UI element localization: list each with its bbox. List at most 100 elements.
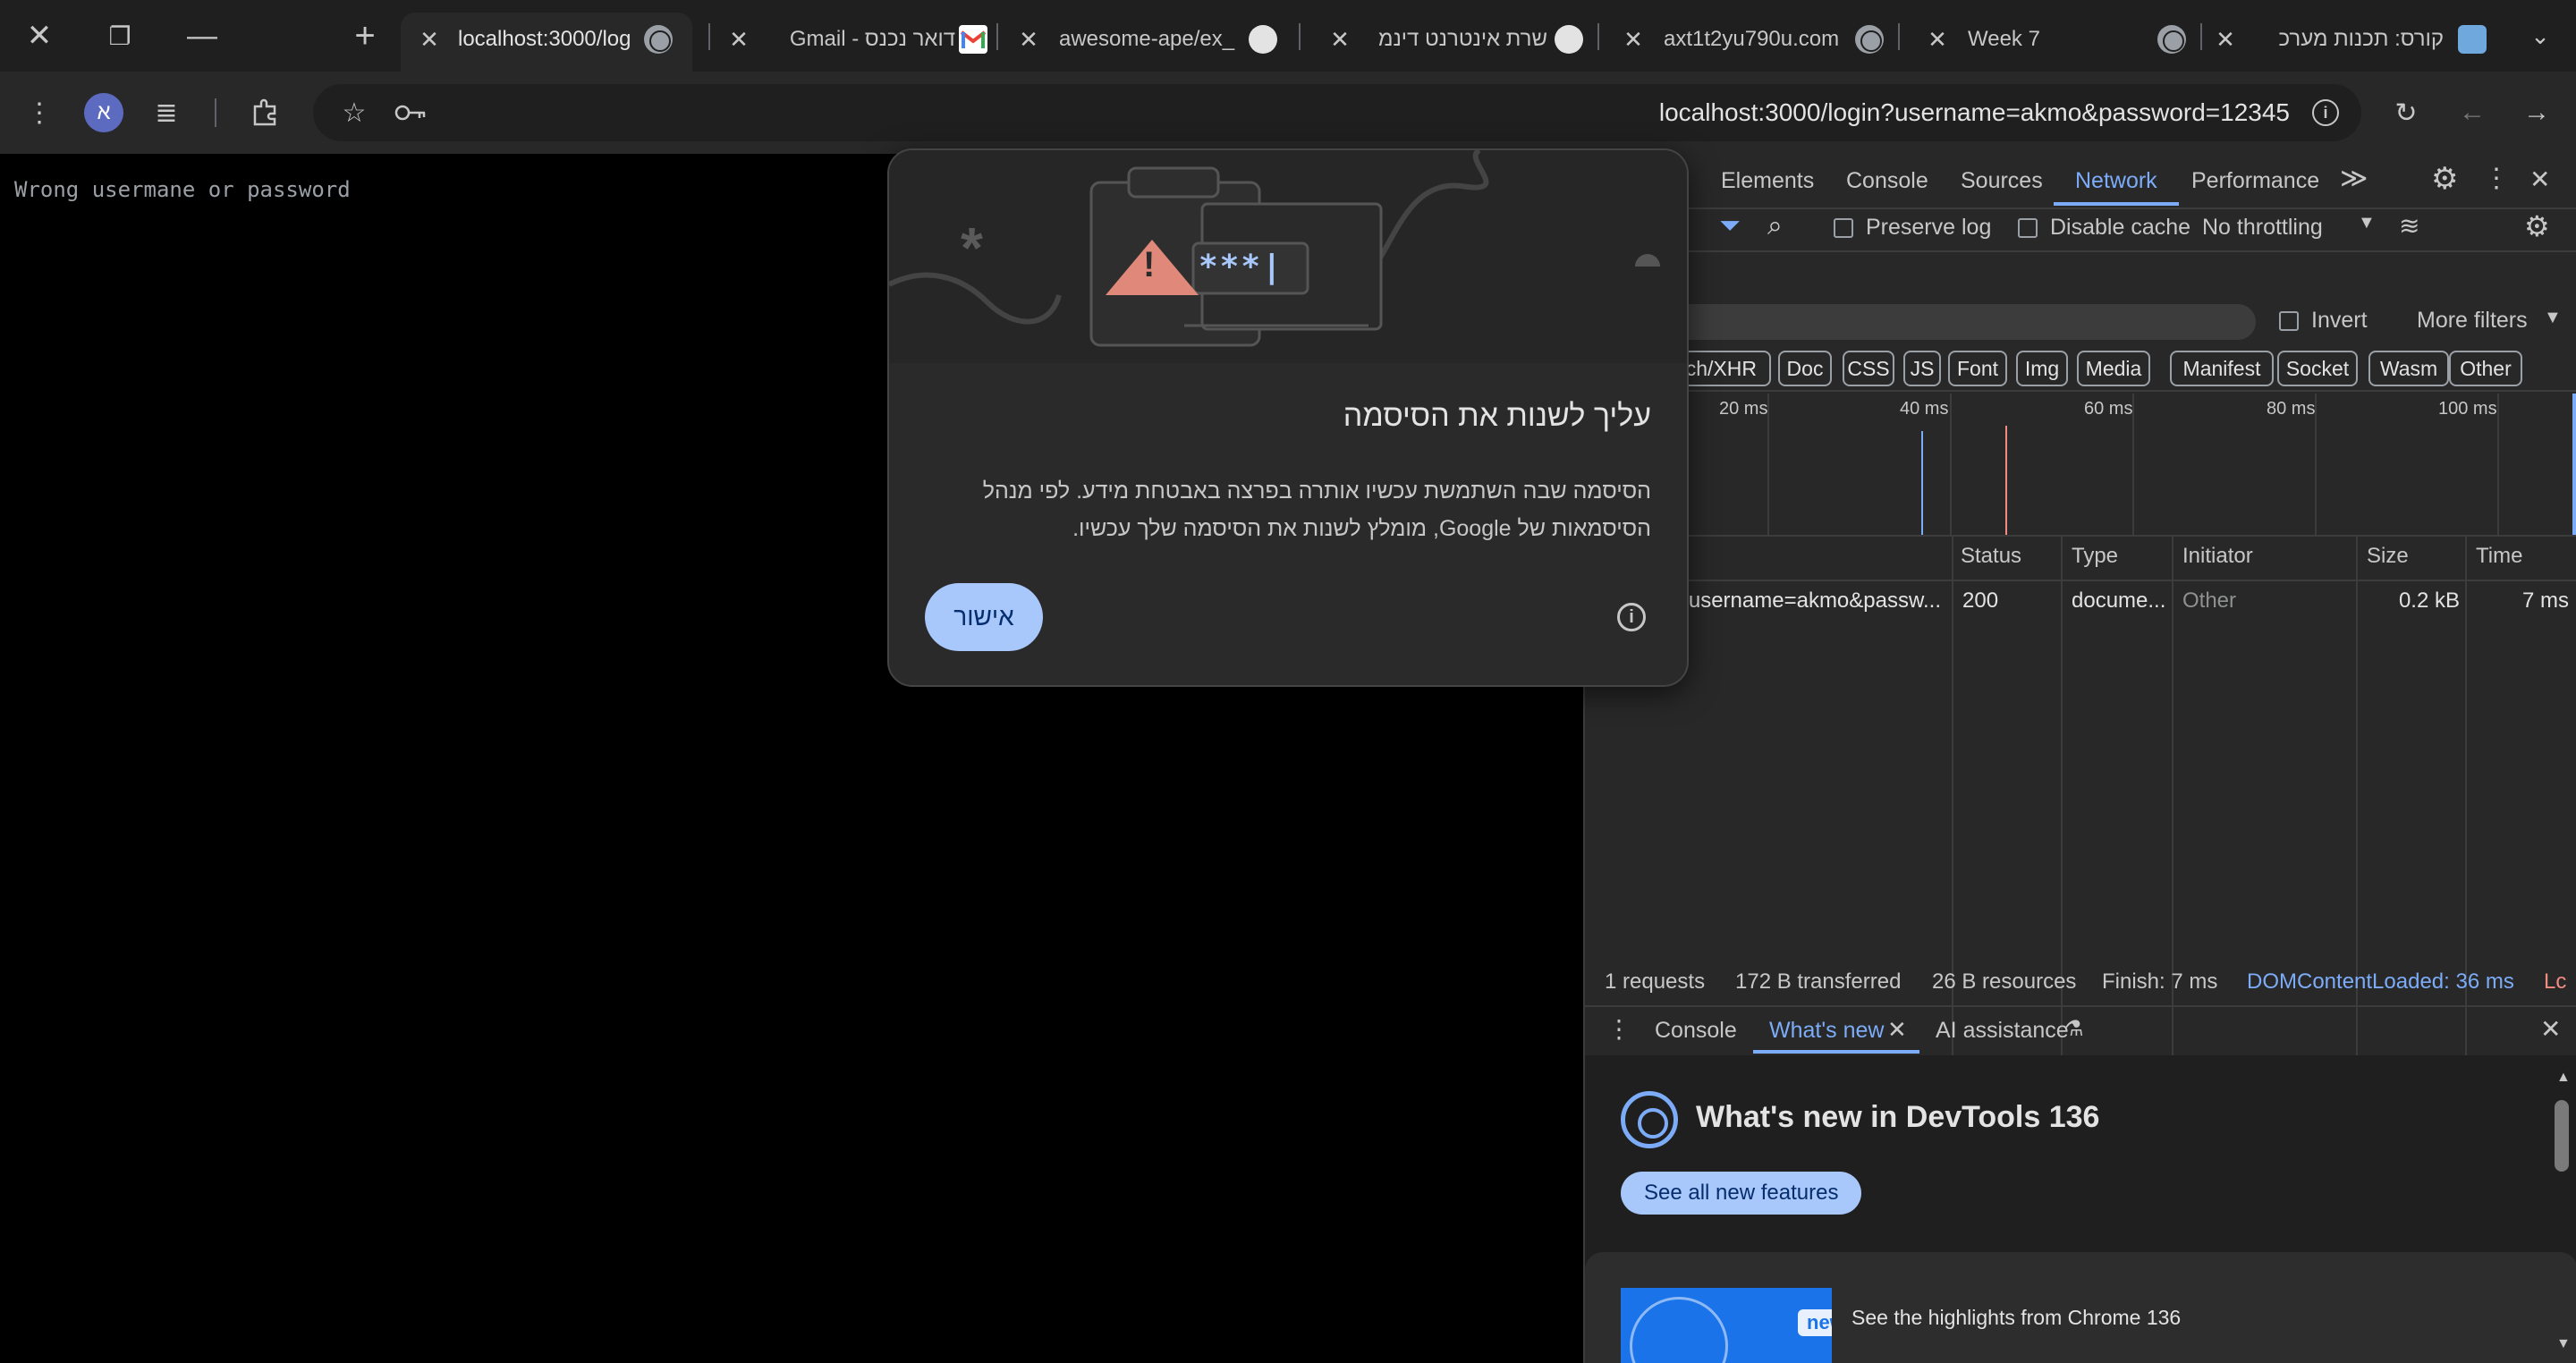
filter-input[interactable] [1594, 304, 2256, 340]
highlight-card[interactable]: new See the highlights from Chrome 136 [1585, 1252, 2576, 1363]
network-conditions-icon[interactable]: ≋ [2399, 211, 2419, 241]
more-tabs-icon[interactable]: ≫ [2340, 163, 2368, 194]
drawer-menu-icon[interactable]: ⋮ [1606, 1014, 1631, 1044]
column-header-time[interactable]: Time [2476, 544, 2522, 569]
timeline-gridline [2497, 394, 2499, 537]
load-marker [2005, 426, 2007, 537]
tab-axt[interactable]: ✕ axt1t2yu790u.com [1606, 13, 1898, 72]
filter-chip-doc[interactable]: Doc [1778, 351, 1832, 386]
media-controls-icon[interactable]: ≣ [147, 93, 186, 132]
restore-window-button[interactable]: ❐ [93, 11, 147, 61]
preserve-log-checkbox[interactable] [1834, 218, 1853, 238]
reload-icon[interactable]: ↻ [2386, 93, 2426, 132]
chevron-down-icon[interactable]: ▼ [2358, 213, 2376, 233]
toolbar-divider [215, 98, 216, 127]
status-domcontentloaded: DOMContentLoaded: 36 ms [2247, 969, 2514, 994]
drawer-tab-console[interactable]: Console [1655, 1018, 1737, 1044]
warning-icon: ! [1143, 245, 1156, 284]
tab-search-chevron-icon[interactable]: ⌄ [2513, 11, 2567, 61]
tab-localhost[interactable]: ✕ localhost:3000/log [401, 13, 692, 72]
devtools-panel: Elements Console Sources Network Perform… [1583, 154, 2576, 1363]
tab-github[interactable]: ✕ awesome-ape/ex_ [1004, 13, 1295, 72]
close-devtools-icon[interactable]: ✕ [2529, 165, 2550, 194]
site-info-icon[interactable]: i [2306, 93, 2345, 132]
url-text[interactable]: localhost:3000/login?username=akmo&passw… [1659, 98, 2290, 127]
active-drawer-underline [1753, 1050, 1919, 1054]
ok-button[interactable]: אישור [925, 583, 1043, 651]
settings-gear-icon[interactable]: ⚙ [2431, 161, 2458, 197]
filter-chip-js[interactable]: JS [1903, 351, 1941, 386]
filter-chip-css[interactable]: CSS [1843, 351, 1894, 386]
password-dots: ***| [1199, 249, 1284, 285]
filter-funnel-icon[interactable]: ⏷ [1719, 211, 1741, 241]
tab-server[interactable]: ✕ שרת אינטרנט דינמ [1306, 13, 1597, 72]
new-tab-button[interactable]: + [338, 11, 392, 61]
network-settings-gear-icon[interactable]: ⚙ [2524, 209, 2550, 243]
disable-cache-checkbox[interactable] [2018, 218, 2038, 238]
tab-close-icon[interactable]: ✕ [1617, 23, 1649, 55]
tab-close-icon[interactable]: ✕ [2209, 23, 2241, 55]
back-arrow-icon[interactable]: ← [2453, 93, 2492, 132]
filter-chip-manifest[interactable]: Manifest [2170, 351, 2274, 386]
new-badge: new [1798, 1309, 1832, 1336]
devtools-tab-console[interactable]: Console [1846, 168, 1928, 194]
chevron-down-icon[interactable]: ▼ [2544, 308, 2562, 328]
tab-course[interactable]: ✕ קורס: תכנות מערכ [2206, 13, 2497, 72]
drawer-tab-whats-new[interactable]: What's new [1769, 1018, 1884, 1044]
invert-checkbox[interactable] [2279, 311, 2299, 331]
more-menu-icon[interactable]: ⋮ [20, 93, 59, 132]
close-window-button[interactable]: ✕ [13, 11, 66, 61]
devtools-tab-performance[interactable]: Performance [2191, 168, 2319, 194]
tab-close-icon[interactable]: ✕ [1324, 23, 1356, 55]
devtools-tab-sources[interactable]: Sources [1961, 168, 2043, 194]
close-tab-icon[interactable]: ✕ [1887, 1016, 1907, 1044]
whats-new-title: What's new in DevTools 136 [1696, 1100, 2100, 1134]
tab-close-icon[interactable]: ✕ [723, 23, 755, 55]
dialog-title: עליך לשנות את הסיסמה [1343, 399, 1651, 433]
decorative-circle-icon [1630, 1297, 1728, 1363]
forward-arrow-icon[interactable]: → [2517, 93, 2556, 132]
time-value: 7 ms [2521, 588, 2569, 613]
tab-close-icon[interactable]: ✕ [1921, 23, 1953, 55]
scroll-down-icon[interactable]: ▼ [2556, 1336, 2571, 1352]
filter-chip-other[interactable]: Other [2449, 351, 2522, 386]
devtools-menu-icon[interactable]: ⋮ [2483, 163, 2510, 194]
close-drawer-icon[interactable]: ✕ [2540, 1014, 2561, 1044]
filter-chip-font[interactable]: Font [1948, 351, 2007, 386]
column-header-size[interactable]: Size [2367, 544, 2409, 569]
column-header-status[interactable]: Status [1961, 544, 2021, 569]
see-all-features-button[interactable]: See all new features [1621, 1172, 1862, 1215]
filter-chip-media[interactable]: Media [2077, 351, 2150, 386]
scrollbar[interactable]: ▲ ▼ [2553, 1064, 2571, 1354]
throttling-select[interactable]: No throttling [2202, 215, 2323, 241]
globe-icon [1855, 25, 1884, 54]
filter-chip-img[interactable]: Img [2016, 351, 2068, 386]
filter-chip-wasm[interactable]: Wasm [2368, 351, 2449, 386]
tab-close-icon[interactable]: ✕ [1013, 23, 1045, 55]
info-icon[interactable]: i [1617, 603, 1646, 631]
column-header-initiator[interactable]: Initiator [2182, 544, 2253, 569]
timeline-handle[interactable] [2572, 394, 2576, 537]
drawer-tab-ai-assistance[interactable]: AI assistance [1936, 1018, 2069, 1044]
extensions-icon[interactable] [245, 93, 284, 132]
devtools-tab-elements[interactable]: Elements [1721, 168, 1814, 194]
bookmark-star-icon[interactable]: ☆ [335, 93, 374, 132]
devtools-tab-network[interactable]: Network [2075, 168, 2157, 194]
tab-separator [996, 23, 998, 50]
active-tab-underline [2054, 202, 2179, 206]
omnibox[interactable]: ☆ localhost:3000/login?username=akmo&pas… [313, 84, 2361, 141]
column-header-type[interactable]: Type [2072, 544, 2118, 569]
search-icon[interactable]: ⌕ [1767, 211, 1783, 241]
more-filters-button[interactable]: More filters [2417, 308, 2528, 334]
password-illustration: ! ***| * [889, 150, 1687, 363]
tab-gmail[interactable]: ✕ דואר נכנס - Gmail [716, 13, 1002, 72]
scrollbar-thumb[interactable] [2555, 1100, 2569, 1172]
tab-close-icon[interactable]: ✕ [413, 23, 445, 55]
tab-week7[interactable]: ✕ Week 7 [1907, 13, 2199, 72]
avatar[interactable]: א [84, 93, 123, 132]
password-key-icon[interactable] [392, 93, 431, 132]
scroll-up-icon[interactable]: ▲ [2556, 1070, 2571, 1086]
minimize-window-button[interactable]: — [175, 11, 229, 61]
gmail-icon [959, 25, 987, 54]
filter-chip-socket[interactable]: Socket [2277, 351, 2358, 386]
